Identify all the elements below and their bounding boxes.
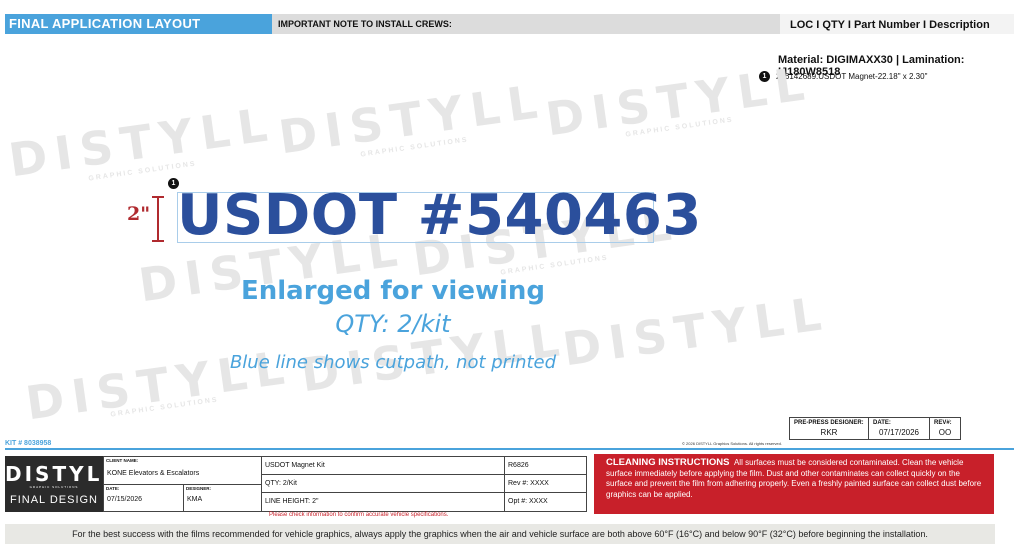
client-cell: CLIENT NAME: KONE Elevators & Escalators [104, 457, 262, 485]
divider [5, 448, 1014, 450]
temperature-note: For the best success with the films reco… [5, 524, 995, 544]
opt-cell: Opt #: XXXX [508, 498, 548, 505]
dimension-cap-bottom [152, 240, 164, 242]
decal-text: USDOT #540463 [177, 183, 702, 248]
height-dimension-label: 2" [127, 203, 151, 225]
distyll-logo: DISTYLL GRAPHIC SOLUTIONS FINAL DESIGN [5, 456, 119, 512]
layout-title: FINAL APPLICATION LAYOUT [5, 14, 272, 34]
line-height-cell: LINE HEIGHT: 2" [262, 493, 505, 512]
logo-text: DISTYLL [5, 462, 119, 486]
logo-subtext: GRAPHIC SOLUTIONS [29, 485, 79, 489]
kit-number: KIT # 8038958 [5, 440, 52, 447]
check-info-note: Please check information to confirm accu… [269, 512, 449, 518]
cutpath-note: Blue line shows cutpath, not printed [229, 352, 557, 373]
prepress-table: PRE-PRESS DESIGNER: RKR DATE: 07/17/2026… [789, 417, 961, 440]
parts-columns-header: LOC I QTY I Part Number I Description [780, 14, 1014, 34]
rev-cell: Rev #: XXXX [505, 475, 586, 493]
cleaning-instructions: CLEANING INSTRUCTIONS All surfaces must … [594, 454, 994, 514]
cleaning-title: CLEANING INSTRUCTIONS [606, 457, 730, 468]
enlarged-note: Enlarged for viewing [240, 276, 546, 306]
prepress-date-cell: DATE: 07/17/2026 [868, 417, 930, 440]
quantity-note: QTY: 2/kit [335, 310, 451, 338]
prepress-designer-cell: PRE-PRESS DESIGNER: RKR [789, 417, 869, 440]
final-design-label: FINAL DESIGN [10, 494, 98, 506]
date-cell: DATE: 07/15/2026 [104, 485, 184, 512]
qty-cell: QTY: 2/Kit [262, 475, 505, 493]
designer-cell: DESIGNER: KMA [184, 485, 262, 512]
copyright: © 2026 DISTYLL Graphics Solutions. All r… [682, 441, 782, 446]
dimension-line [157, 196, 159, 242]
prepress-rev-cell: REV#: OO [929, 417, 961, 440]
install-note-header: IMPORTANT NOTE TO INSTALL CREWS: [272, 14, 780, 34]
title-block: CLIENT NAME: KONE Elevators & Escalators… [103, 456, 587, 512]
item-cell: USDOT Magnet Kit [262, 457, 505, 475]
job-cell: R6826 [505, 457, 586, 475]
watermark-logo: DISTYLL [542, 55, 816, 147]
